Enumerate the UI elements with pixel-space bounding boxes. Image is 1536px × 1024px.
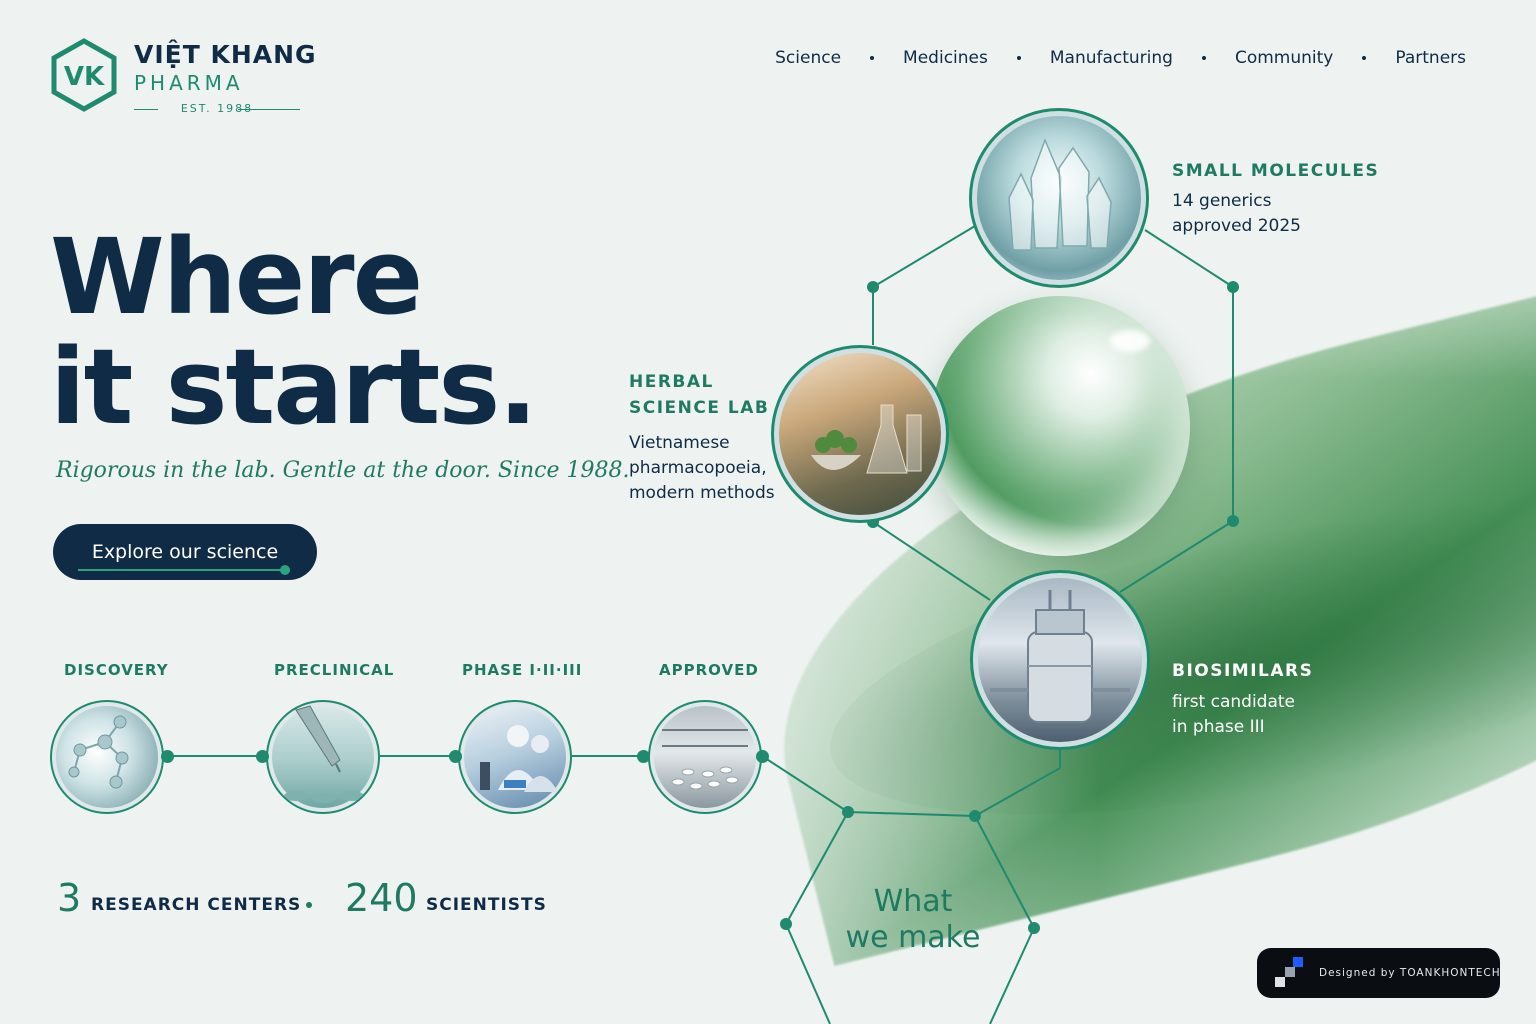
- herbal-lab-title-2: SCIENCE LAB: [629, 398, 770, 418]
- what-we-make-line-1: What: [873, 884, 953, 919]
- research-centers-label: RESEARCH CENTERS: [91, 895, 302, 915]
- pipeline-node: [756, 750, 769, 763]
- small-molecules-line-1: 14 generics: [1172, 191, 1272, 211]
- pipeline-node: [161, 750, 174, 763]
- stage-phase-photo[interactable]: [458, 700, 572, 814]
- scientists-icon: [480, 725, 558, 792]
- pill-production-icon: [662, 729, 748, 790]
- hero-headline: Where it starts.: [50, 216, 538, 448]
- small-molecules-photo[interactable]: [969, 108, 1149, 288]
- stats-separator: [306, 902, 312, 908]
- stage-approved-label: APPROVED: [659, 661, 759, 679]
- herbal-lab-line-3: modern methods: [629, 483, 775, 503]
- herbal-lab-photo[interactable]: [771, 345, 949, 523]
- nav-medicines[interactable]: Medicines: [903, 48, 988, 68]
- pipeline-node: [256, 750, 269, 763]
- cta-underline: [78, 569, 286, 571]
- network-lines: [167, 225, 1239, 1024]
- research-centers-count: 3: [57, 876, 82, 920]
- brand-name: VIỆT KHANG: [134, 40, 317, 69]
- stage-preclinical-photo[interactable]: [266, 700, 380, 814]
- nav-separator: [870, 56, 875, 60]
- what-we-make-line-2: we make: [845, 920, 981, 955]
- pipette-icon: [284, 705, 364, 803]
- nav-partners[interactable]: Partners: [1395, 48, 1466, 68]
- hero-line-2: it starts.: [50, 326, 538, 448]
- nav-separator: [1362, 56, 1367, 60]
- main-nav: Science Medicines Manufacturing Communit…: [775, 48, 1466, 68]
- biosimilars-title: BIOSIMILARS: [1172, 661, 1314, 681]
- brand-sub: PHARMA: [134, 71, 244, 95]
- nav-separator: [1201, 56, 1206, 60]
- herbal-lab-line-1: Vietnamese: [629, 433, 730, 453]
- pipeline-node: [637, 750, 650, 763]
- scientists-count: 240: [345, 876, 418, 920]
- biosimilars-line-1: first candidate: [1172, 692, 1296, 712]
- what-we-make-link[interactable]: What we make: [800, 884, 1026, 956]
- herbal-lab-title-1: HERBAL: [629, 372, 714, 392]
- stage-phase-label: PHASE I·II·III: [462, 661, 583, 679]
- biosimilars-photo[interactable]: [970, 570, 1150, 750]
- molecule-icon: [68, 715, 129, 789]
- nav-science[interactable]: Science: [775, 48, 841, 68]
- pipeline-node: [449, 750, 462, 763]
- small-molecules-line-2: approved 2025: [1172, 216, 1301, 236]
- logo-mark: VK: [64, 62, 105, 92]
- nav-community[interactable]: Community: [1235, 48, 1333, 68]
- brand-established: EST. 1988: [134, 102, 300, 115]
- stage-approved-photo[interactable]: [648, 700, 762, 814]
- designer-badge[interactable]: Designed by TOANKHONTECH: [1257, 948, 1500, 998]
- hero-line-1: Where: [50, 216, 423, 338]
- cta-label: Explore our science: [91, 541, 279, 563]
- vk-hexagon-logo-icon: VK: [51, 38, 117, 112]
- nav-manufacturing[interactable]: Manufacturing: [1050, 48, 1173, 68]
- designer-credit: Designed by TOANKHONTECH: [1319, 967, 1501, 979]
- nav-separator: [1016, 56, 1021, 60]
- hero-tagline: Rigorous in the lab. Gentle at the door.…: [56, 458, 630, 483]
- stage-discovery-photo[interactable]: [50, 700, 164, 814]
- stage-discovery-label: DISCOVERY: [64, 661, 169, 679]
- scientists-label: SCIENTISTS: [426, 895, 547, 915]
- small-molecules-title: SMALL MOLECULES: [1172, 161, 1380, 181]
- pixel-logo-icon: [1275, 957, 1303, 987]
- explore-science-button[interactable]: Explore our science: [53, 524, 317, 580]
- stage-preclinical-label: PRECLINICAL: [274, 661, 395, 679]
- cta-dot: [280, 565, 290, 575]
- crystal-icon: [1008, 137, 1112, 251]
- herbal-lab-icon: [811, 404, 922, 474]
- biosimilars-line-2: in phase III: [1172, 717, 1265, 737]
- herbal-lab-line-2: pharmacopoeia,: [629, 458, 767, 478]
- bioreactor-icon: [990, 590, 1130, 723]
